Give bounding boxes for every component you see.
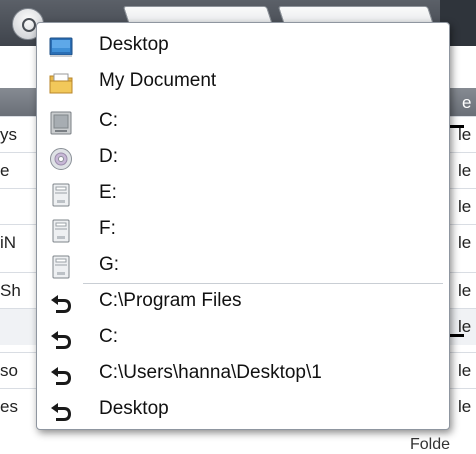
file-type: le <box>458 125 472 144</box>
location-item-g-drive[interactable]: G: <box>41 249 445 285</box>
history-item-desktop[interactable]: Desktop <box>41 393 445 429</box>
location-item-d-drive[interactable]: D: <box>41 141 445 177</box>
file-type: le <box>458 161 472 180</box>
file-name: Sh <box>0 281 21 300</box>
history-item-users-desktop-1[interactable]: C:\Users\hanna\Desktop\1 <box>41 357 445 393</box>
file-name: ys <box>0 125 17 144</box>
file-name: so <box>0 361 18 380</box>
removable-drive-icon <box>49 255 73 279</box>
location-label: E: <box>99 182 117 203</box>
history-back-icon <box>49 363 73 387</box>
history-item-program-files[interactable]: C:\Program Files <box>41 285 445 321</box>
file-name: e <box>0 161 10 180</box>
location-item-c-drive[interactable]: C: <box>41 105 445 141</box>
file-type: le <box>458 233 472 252</box>
hard-drive-icon <box>49 111 73 135</box>
documents-folder-icon <box>49 71 73 95</box>
file-type: le <box>458 361 472 380</box>
location-label: C: <box>99 110 118 131</box>
history-item-c-drive[interactable]: C: <box>41 321 445 357</box>
cd-drive-icon <box>49 147 73 171</box>
history-label: C:\Users\hanna\Desktop\1 <box>99 362 322 383</box>
location-item-my-document[interactable]: My Document <box>41 65 445 101</box>
removable-drive-icon <box>49 219 73 243</box>
address-dropdown: Desktop My Document C: D: E: F: G: C:\Pr… <box>36 22 450 430</box>
removable-drive-icon <box>49 183 73 207</box>
desktop-icon <box>49 35 73 59</box>
history-label: C:\Program Files <box>99 290 242 311</box>
history-back-icon <box>49 327 73 351</box>
history-back-icon <box>49 291 73 315</box>
location-label: My Document <box>99 70 217 91</box>
location-label: D: <box>99 146 118 167</box>
location-item-desktop[interactable]: Desktop <box>41 29 445 65</box>
file-name: es <box>0 397 18 416</box>
file-name: iN <box>0 233 17 252</box>
status-fragment: Folde <box>410 436 451 453</box>
location-label: F: <box>99 218 116 239</box>
location-label: G: <box>99 254 120 275</box>
location-item-f-drive[interactable]: F: <box>41 213 445 249</box>
location-item-e-drive[interactable]: E: <box>41 177 445 213</box>
file-type: le <box>458 397 472 416</box>
file-type: le <box>458 197 472 216</box>
history-label: Desktop <box>99 398 169 419</box>
file-type: le <box>458 281 472 300</box>
history-label: C: <box>99 326 118 347</box>
history-back-icon <box>49 399 73 423</box>
location-label: Desktop <box>99 34 169 55</box>
menu-separator <box>83 283 443 284</box>
column-header-label: e <box>462 93 472 112</box>
